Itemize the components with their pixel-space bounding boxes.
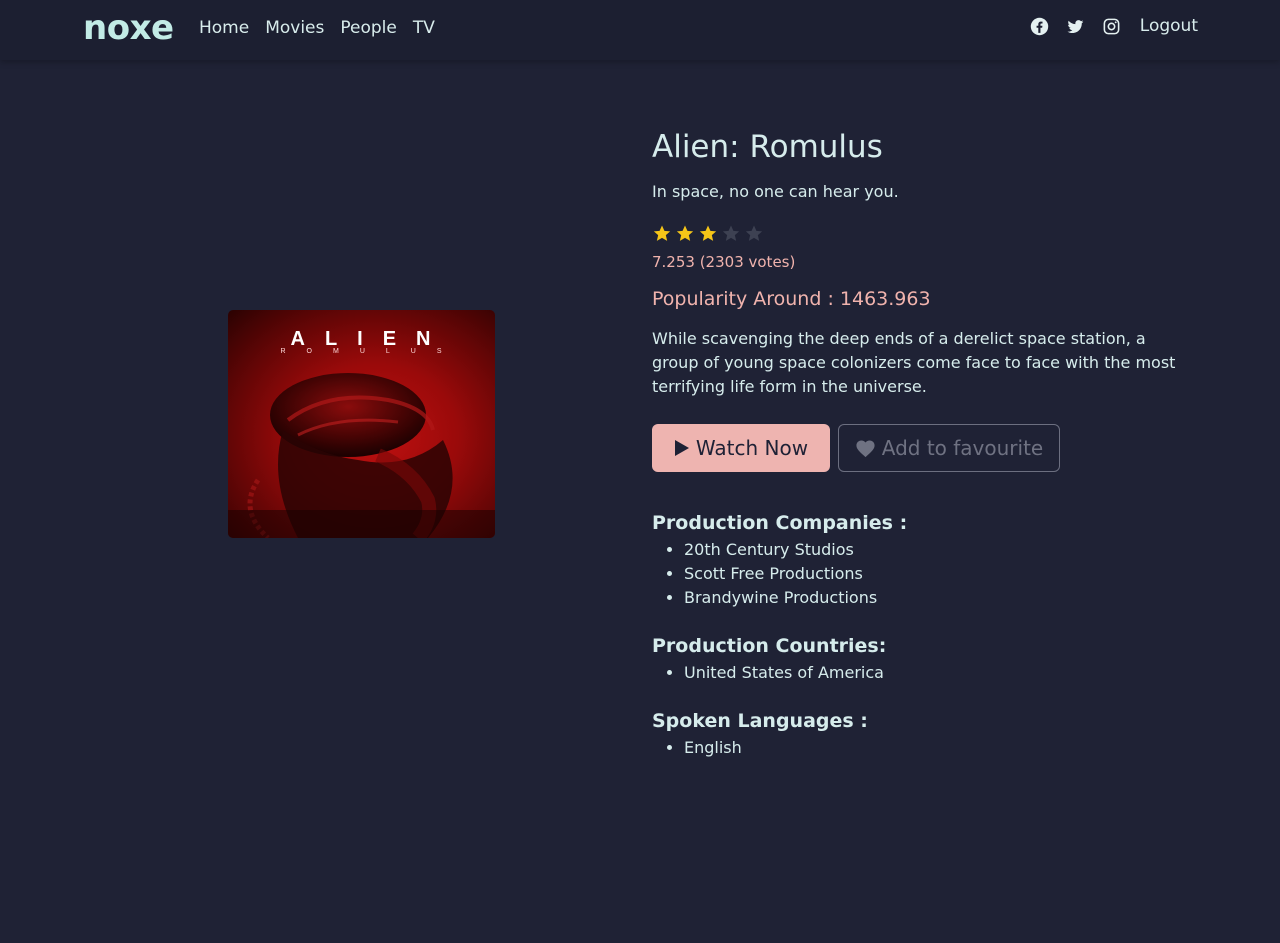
production-companies-title: Production Companies :: [652, 512, 908, 534]
production-countries-title: Production Countries:: [652, 635, 887, 657]
nav-link-tv[interactable]: TV: [413, 18, 435, 38]
production-companies-section: Production Companies : 20th Century Stud…: [652, 512, 1202, 610]
action-buttons: Watch Now Add to favourite: [652, 424, 1202, 472]
star-filled-icon: [652, 224, 672, 244]
production-countries-list: United States of America: [652, 661, 1202, 685]
vote-rating: 7.253 (2303 votes): [652, 253, 796, 271]
watch-now-label: Watch Now: [695, 436, 809, 460]
logout-link[interactable]: Logout: [1140, 16, 1198, 36]
play-icon: [674, 439, 690, 457]
star-empty-icon: [744, 224, 764, 244]
nav-link-movies[interactable]: Movies: [265, 18, 324, 38]
star-filled-icon: [698, 224, 718, 244]
popularity-label: Popularity Around :: [652, 288, 834, 310]
star-empty-icon: [721, 224, 741, 244]
popularity: Popularity Around : 1463.963: [652, 288, 1202, 310]
production-countries-section: Production Countries: United States of A…: [652, 635, 1202, 685]
movie-tagline: In space, no one can hear you.: [652, 182, 899, 201]
movie-poster: ALIEN ROMULUS: [228, 310, 495, 538]
spoken-languages-title: Spoken Languages :: [652, 710, 868, 732]
poster-subtitle: ROMULUS: [280, 348, 463, 355]
list-item: English: [684, 736, 1202, 760]
spoken-languages-section: Spoken Languages : English: [652, 710, 1202, 760]
movie-title: Alien: Romulus: [652, 129, 883, 165]
watch-now-button[interactable]: Watch Now: [652, 424, 830, 472]
list-item: 20th Century Studios: [684, 538, 1202, 562]
movie-overview: While scavenging the deep ends of a dere…: [652, 329, 1176, 396]
nav-link-people[interactable]: People: [340, 18, 396, 38]
instagram-icon[interactable]: [1102, 17, 1121, 36]
nav-links: Home Movies People TV: [199, 18, 435, 38]
spoken-languages-list: English: [652, 736, 1202, 760]
production-companies-list: 20th Century Studios Scott Free Producti…: [652, 538, 1202, 610]
movie-details: Alien: Romulus In space, no one can hear…: [652, 128, 1202, 760]
poster-artwork: [228, 373, 495, 538]
brand-logo[interactable]: noxe: [83, 8, 174, 48]
list-item: United States of America: [684, 661, 1202, 685]
star-rating: [652, 224, 1202, 244]
heart-icon: [855, 439, 876, 458]
nav-right: Logout: [1030, 16, 1198, 36]
add-to-favourite-label: Add to favourite: [881, 436, 1044, 460]
twitter-icon[interactable]: [1066, 17, 1085, 36]
navbar: noxe Home Movies People TV Logout: [0, 0, 1280, 60]
popularity-value: 1463.963: [839, 288, 931, 310]
star-filled-icon: [675, 224, 695, 244]
list-item: Scott Free Productions: [684, 562, 1202, 586]
facebook-icon[interactable]: [1030, 17, 1049, 36]
add-to-favourite-button[interactable]: Add to favourite: [838, 424, 1060, 472]
nav-link-home[interactable]: Home: [199, 18, 249, 38]
list-item: Brandywine Productions: [684, 586, 1202, 610]
